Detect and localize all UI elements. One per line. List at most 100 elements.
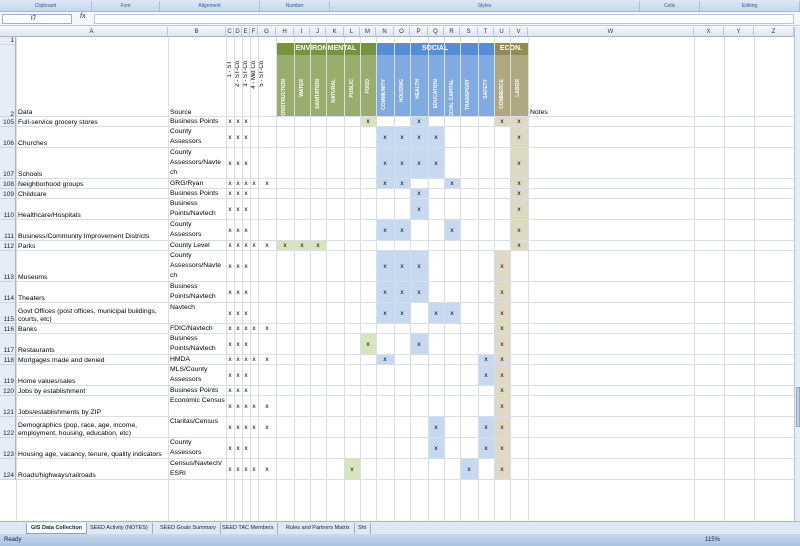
source-cell[interactable]: Points/Navtech: [170, 210, 226, 218]
mark-scale[interactable]: x: [242, 372, 250, 380]
row-header-120[interactable]: 120: [0, 386, 16, 396]
mark-social[interactable]: x: [376, 227, 394, 235]
source-cell[interactable]: Assessors/Navte: [170, 159, 226, 167]
mark-scale[interactable]: x: [226, 403, 234, 411]
mark-scale[interactable]: x: [234, 387, 242, 395]
source-cell[interactable]: ch: [170, 169, 226, 177]
row-header-108[interactable]: 108: [0, 179, 16, 189]
row-header-112[interactable]: 112: [0, 241, 16, 251]
row-header-114[interactable]: 114: [0, 282, 16, 303]
mark-econ[interactable]: x: [510, 190, 528, 198]
mark-scale[interactable]: x: [226, 118, 234, 126]
source-cell[interactable]: FDIC/Navtech: [170, 325, 226, 333]
mark-social[interactable]: x: [394, 310, 410, 318]
mark-social[interactable]: x: [394, 160, 410, 168]
mark-scale[interactable]: x: [258, 403, 276, 411]
mark-scale[interactable]: x: [226, 242, 234, 250]
row-header-110[interactable]: 110: [0, 199, 16, 220]
mark-scale[interactable]: x: [258, 180, 276, 188]
col-header-s[interactable]: S: [460, 27, 478, 37]
mark-social[interactable]: x: [410, 134, 428, 142]
mark-scale[interactable]: x: [226, 289, 234, 297]
mark-scale[interactable]: x: [242, 403, 250, 411]
formula-input[interactable]: [94, 14, 794, 24]
mark-scale[interactable]: x: [242, 341, 250, 349]
fx-icon[interactable]: fx: [80, 13, 85, 20]
mark-social[interactable]: x: [444, 180, 460, 188]
mark-social[interactable]: x: [394, 180, 410, 188]
source-cell[interactable]: Claritas/Census: [170, 418, 226, 426]
mark-social[interactable]: x: [460, 466, 478, 474]
mark-social[interactable]: x: [376, 180, 394, 188]
mark-econ[interactable]: x: [510, 242, 528, 250]
mark-econ[interactable]: x: [494, 403, 510, 411]
mark-econ[interactable]: x: [494, 387, 510, 395]
source-cell[interactable]: Business Points: [170, 118, 226, 126]
mark-social[interactable]: x: [410, 118, 428, 126]
source-cell[interactable]: ESRI: [170, 470, 226, 478]
mark-econ[interactable]: x: [494, 118, 510, 126]
source-cell[interactable]: Points/Navtech: [170, 345, 226, 353]
col-header-x[interactable]: X: [694, 27, 724, 37]
mark-scale[interactable]: x: [242, 206, 250, 214]
col-header-r[interactable]: R: [444, 27, 460, 37]
mark-econ[interactable]: x: [510, 206, 528, 214]
mark-scale[interactable]: x: [234, 227, 242, 235]
mark-scale[interactable]: x: [242, 289, 250, 297]
mark-env[interactable]: x: [310, 242, 326, 250]
mark-scale[interactable]: x: [242, 466, 250, 474]
mark-social[interactable]: x: [428, 424, 444, 432]
source-cell[interactable]: MLS/County: [170, 366, 226, 374]
mark-scale[interactable]: x: [242, 160, 250, 168]
mark-scale[interactable]: x: [242, 445, 250, 453]
mark-scale[interactable]: x: [258, 466, 276, 474]
col-header-n[interactable]: N: [376, 27, 394, 37]
mark-social[interactable]: x: [376, 310, 394, 318]
source-cell[interactable]: Points/Navtech: [170, 293, 226, 301]
mark-scale[interactable]: x: [234, 118, 242, 126]
mark-scale[interactable]: x: [234, 325, 242, 333]
mark-social[interactable]: x: [394, 289, 410, 297]
col-header-h[interactable]: H: [276, 27, 294, 37]
source-cell[interactable]: ch: [170, 272, 226, 280]
source-cell[interactable]: Assessors: [170, 449, 226, 457]
row-header-109[interactable]: 109: [0, 189, 16, 199]
row-header-119[interactable]: 119: [0, 365, 16, 386]
mark-scale[interactable]: x: [234, 263, 242, 271]
source-cell[interactable]: Assessors/Navte: [170, 262, 226, 270]
mark-social[interactable]: x: [410, 190, 428, 198]
mark-social[interactable]: x: [376, 356, 394, 364]
row-header-105[interactable]: 105: [0, 117, 16, 127]
source-cell[interactable]: Assessors: [170, 376, 226, 384]
mark-scale[interactable]: x: [242, 263, 250, 271]
col-header-b[interactable]: B: [168, 27, 226, 37]
sheet-tab[interactable]: SEED Activity (NOTES): [86, 523, 153, 534]
mark-scale[interactable]: x: [226, 424, 234, 432]
row-header-121[interactable]: 121: [0, 396, 16, 417]
mark-scale[interactable]: x: [258, 325, 276, 333]
col-header-c[interactable]: C: [226, 27, 234, 37]
col-header-f[interactable]: F: [250, 27, 258, 37]
mark-social[interactable]: x: [428, 160, 444, 168]
row-header-118[interactable]: 118: [0, 355, 16, 365]
mark-scale[interactable]: x: [242, 118, 250, 126]
row-header-123[interactable]: 123: [0, 438, 16, 459]
source-cell[interactable]: Business: [170, 283, 226, 291]
mark-scale[interactable]: x: [250, 325, 258, 333]
mark-scale[interactable]: x: [242, 356, 250, 364]
mark-scale[interactable]: x: [250, 356, 258, 364]
mark-scale[interactable]: x: [226, 263, 234, 271]
mark-econ[interactable]: x: [494, 372, 510, 380]
mark-scale[interactable]: x: [242, 310, 250, 318]
source-cell[interactable]: County: [170, 221, 226, 229]
mark-scale[interactable]: x: [234, 341, 242, 349]
mark-scale[interactable]: x: [226, 341, 234, 349]
sheet-tab[interactable]: Rules and Partners Matrix: [282, 523, 355, 534]
mark-scale[interactable]: x: [226, 356, 234, 364]
mark-scale[interactable]: x: [226, 227, 234, 235]
name-box[interactable]: I7: [2, 14, 72, 24]
mark-social[interactable]: x: [410, 206, 428, 214]
mark-env[interactable]: x: [294, 242, 310, 250]
source-cell[interactable]: County: [170, 439, 226, 447]
mark-scale[interactable]: x: [226, 372, 234, 380]
